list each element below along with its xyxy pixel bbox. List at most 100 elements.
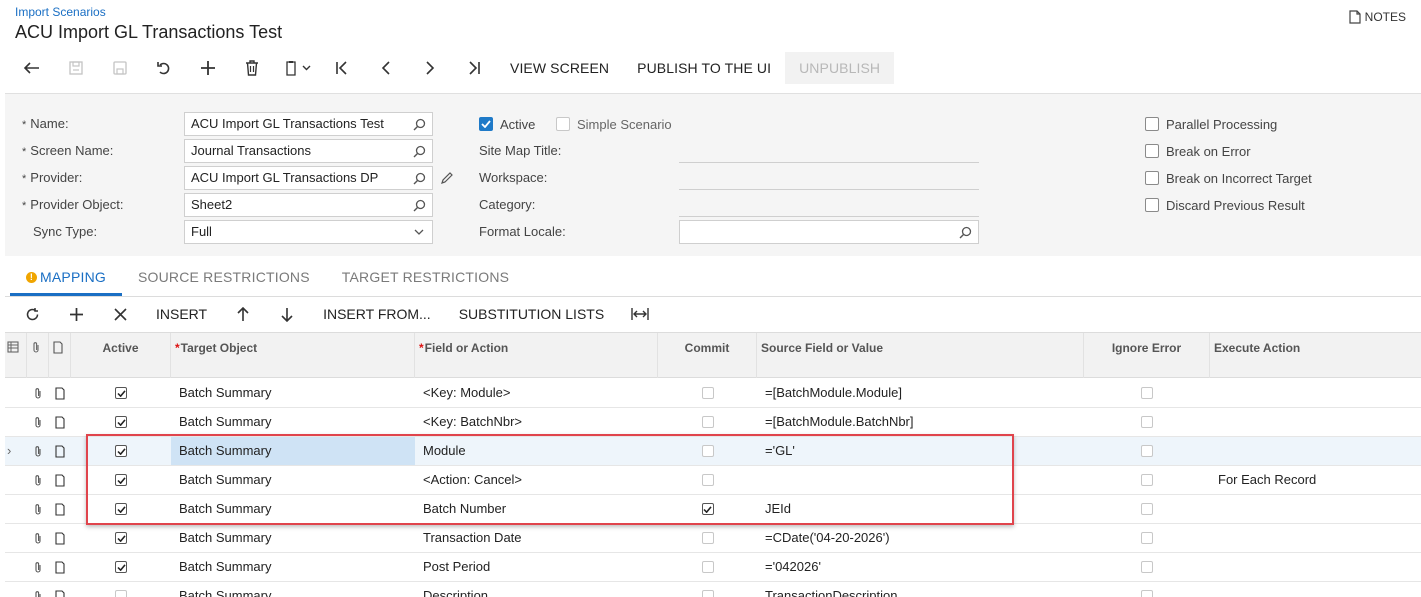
insert-from-button[interactable]: INSERT FROM... xyxy=(309,299,445,329)
edit-pencil-icon[interactable] xyxy=(440,171,454,188)
table-row[interactable]: Batch Summary Batch Number JEId xyxy=(5,495,1421,524)
notes-button[interactable]: NOTES xyxy=(1349,10,1406,24)
move-up-icon[interactable] xyxy=(221,299,265,329)
active-checkbox[interactable] xyxy=(71,524,171,552)
refresh-icon[interactable] xyxy=(10,299,54,329)
move-down-icon[interactable] xyxy=(265,299,309,329)
note-icon[interactable] xyxy=(49,495,71,523)
ignore-error-column-header[interactable]: Ignore Error xyxy=(1084,333,1210,378)
target-object-cell[interactable]: Batch Summary xyxy=(171,379,415,407)
field-or-action-cell[interactable]: Module xyxy=(415,437,658,465)
execute-action-cell[interactable] xyxy=(1210,553,1421,581)
note-icon[interactable] xyxy=(49,466,71,494)
active-checkbox[interactable] xyxy=(71,408,171,436)
field-or-action-cell[interactable]: Description xyxy=(415,582,658,597)
paperclip-icon[interactable] xyxy=(27,466,49,494)
commit-column-header[interactable]: Commit xyxy=(658,333,757,378)
source-field-cell[interactable] xyxy=(757,466,1084,494)
add-row-icon[interactable] xyxy=(54,299,98,329)
search-icon[interactable] xyxy=(412,171,426,185)
ignore-error-checkbox[interactable] xyxy=(1084,466,1210,494)
provider-field[interactable]: ACU Import GL Transactions DP xyxy=(184,166,433,190)
add-icon[interactable] xyxy=(186,52,230,84)
target-object-cell[interactable]: Batch Summary xyxy=(171,524,415,552)
publish-button[interactable]: PUBLISH TO THE UI xyxy=(623,52,785,84)
view-screen-button[interactable]: VIEW SCREEN xyxy=(496,52,623,84)
ignore-error-checkbox[interactable] xyxy=(1084,437,1210,465)
paperclip-icon[interactable] xyxy=(27,408,49,436)
note-icon[interactable] xyxy=(49,437,71,465)
execute-action-cell[interactable]: For Each Record xyxy=(1210,466,1421,494)
execute-action-cell[interactable] xyxy=(1210,495,1421,523)
source-field-cell[interactable]: =CDate('04-20-2026') xyxy=(757,524,1084,552)
unpublish-button[interactable]: UNPUBLISH xyxy=(785,52,895,84)
undo-icon[interactable] xyxy=(142,52,186,84)
name-field[interactable]: ACU Import GL Transactions Test xyxy=(184,112,433,136)
break-on-incorrect-target-checkbox[interactable]: Break on Incorrect Target xyxy=(1145,166,1312,190)
paperclip-icon[interactable] xyxy=(27,553,49,581)
note-icon[interactable] xyxy=(49,582,71,597)
table-row[interactable]: Batch Summary <Key: BatchNbr> =[BatchModul… xyxy=(5,408,1421,437)
discard-previous-result-checkbox[interactable]: Discard Previous Result xyxy=(1145,193,1305,217)
active-checkbox[interactable]: Active xyxy=(479,112,535,136)
target-object-cell[interactable]: Batch Summary xyxy=(171,408,415,436)
next-record-icon[interactable] xyxy=(408,52,452,84)
table-row[interactable]: Batch Summary Post Period ='042026' xyxy=(5,553,1421,582)
ignore-error-checkbox[interactable] xyxy=(1084,524,1210,552)
active-checkbox[interactable] xyxy=(71,437,171,465)
table-row[interactable]: › Batch Summary Module ='GL' xyxy=(5,437,1421,466)
field-or-action-column-header[interactable]: *Field or Action xyxy=(415,333,658,378)
commit-checkbox[interactable] xyxy=(658,466,757,494)
field-or-action-cell[interactable]: <Key: BatchNbr> xyxy=(415,408,658,436)
prev-record-icon[interactable] xyxy=(364,52,408,84)
paperclip-icon[interactable] xyxy=(27,437,49,465)
last-record-icon[interactable] xyxy=(452,52,496,84)
ignore-error-checkbox[interactable] xyxy=(1084,553,1210,581)
field-or-action-cell[interactable]: <Action: Cancel> xyxy=(415,466,658,494)
parallel-processing-checkbox[interactable]: Parallel Processing xyxy=(1145,112,1277,136)
delete-icon[interactable] xyxy=(230,52,274,84)
commit-checkbox[interactable] xyxy=(658,582,757,597)
source-field-cell[interactable]: =[BatchModule.BatchNbr] xyxy=(757,408,1084,436)
target-object-cell[interactable]: Batch Summary xyxy=(171,437,415,465)
field-or-action-cell[interactable]: <Key: Module> xyxy=(415,379,658,407)
paperclip-icon[interactable] xyxy=(27,495,49,523)
breadcrumb[interactable]: Import Scenarios xyxy=(15,5,106,19)
screen-name-field[interactable]: Journal Transactions xyxy=(184,139,433,163)
active-checkbox[interactable] xyxy=(71,553,171,581)
paperclip-icon[interactable] xyxy=(27,524,49,552)
save-icon[interactable] xyxy=(98,52,142,84)
note-icon[interactable] xyxy=(49,379,71,407)
tab-source-restrictions[interactable]: SOURCE RESTRICTIONS xyxy=(122,258,326,296)
execute-action-column-header[interactable]: Execute Action xyxy=(1210,333,1421,378)
table-row[interactable]: Batch Summary Transaction Date =CDate('04-… xyxy=(5,524,1421,553)
break-on-error-checkbox[interactable]: Break on Error xyxy=(1145,139,1251,163)
save-close-icon[interactable] xyxy=(54,52,98,84)
sync-type-select[interactable]: Full xyxy=(184,220,433,244)
format-locale-field[interactable] xyxy=(679,220,979,244)
search-icon[interactable] xyxy=(412,198,426,212)
commit-checkbox[interactable] xyxy=(658,495,757,523)
field-or-action-cell[interactable]: Post Period xyxy=(415,553,658,581)
delete-row-icon[interactable] xyxy=(98,299,142,329)
ignore-error-checkbox[interactable] xyxy=(1084,379,1210,407)
field-or-action-cell[interactable]: Batch Number xyxy=(415,495,658,523)
target-object-cell[interactable]: Batch Summary xyxy=(171,553,415,581)
active-checkbox[interactable] xyxy=(71,495,171,523)
paperclip-icon[interactable] xyxy=(27,379,49,407)
copy-paste-button[interactable] xyxy=(274,52,320,84)
active-column-header[interactable]: Active xyxy=(71,333,171,378)
note-icon[interactable] xyxy=(49,524,71,552)
paperclip-icon[interactable] xyxy=(27,582,49,597)
table-row[interactable]: Batch Summary <Action: Cancel> For Each Re… xyxy=(5,466,1421,495)
chevron-down-icon[interactable] xyxy=(412,225,426,239)
source-field-column-header[interactable]: Source Field or Value xyxy=(757,333,1084,378)
source-field-cell[interactable]: =[BatchModule.Module] xyxy=(757,379,1084,407)
fit-columns-icon[interactable] xyxy=(618,299,662,329)
execute-action-cell[interactable] xyxy=(1210,524,1421,552)
target-object-cell[interactable]: Batch Summary xyxy=(171,495,415,523)
back-icon[interactable] xyxy=(10,52,54,84)
row-selector-header[interactable] xyxy=(5,333,27,378)
target-object-cell[interactable]: Batch Summary xyxy=(171,582,415,597)
search-icon[interactable] xyxy=(412,117,426,131)
